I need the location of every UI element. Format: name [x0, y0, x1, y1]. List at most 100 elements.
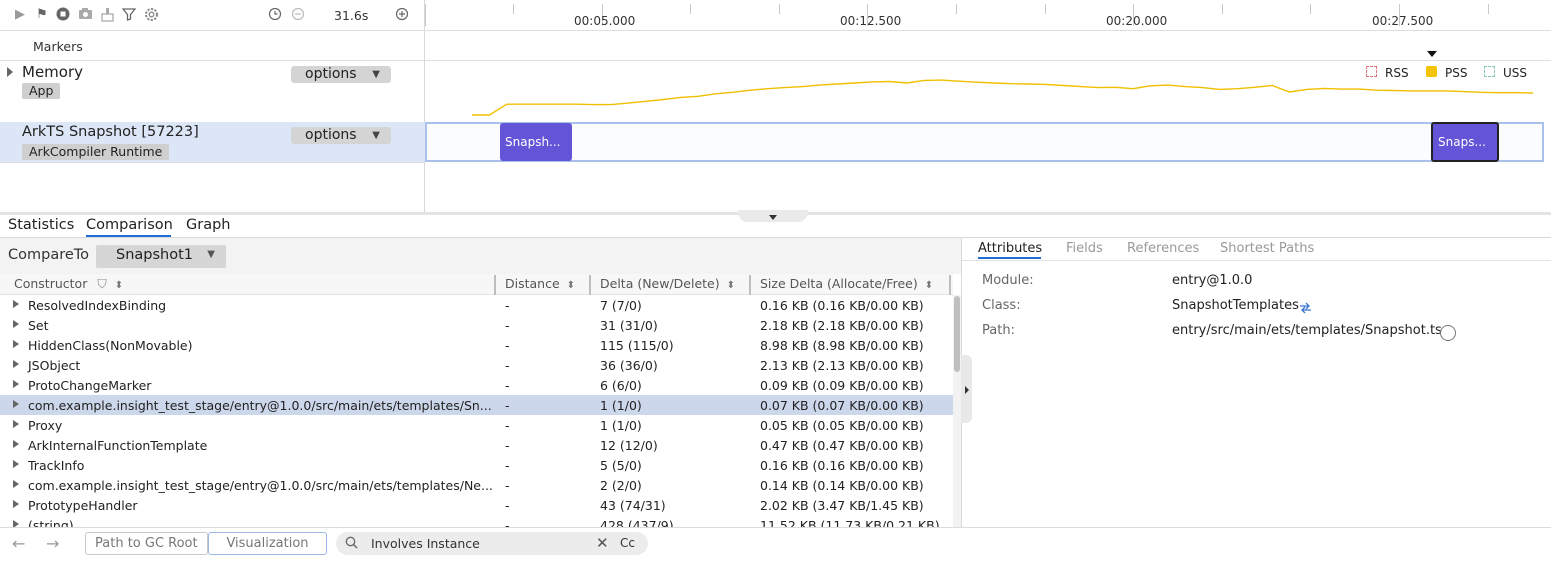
sort-icon[interactable]: ⬍: [727, 280, 735, 291]
match-case-toggle[interactable]: Cc: [620, 536, 635, 550]
tab-fields[interactable]: Fields: [1066, 241, 1103, 256]
cell-size-delta: 8.98 KB (8.98 KB/0.00 KB): [760, 338, 924, 353]
visualization-button[interactable]: Visualization: [208, 532, 327, 555]
col-header-size-delta[interactable]: Size Delta (Allocate/Free) ⬍: [760, 276, 933, 291]
snapshot-block[interactable]: Snapsh...: [500, 123, 572, 161]
path-to-gc-root-button[interactable]: Path to GC Root: [85, 532, 208, 555]
tab-statistics[interactable]: Statistics: [8, 217, 74, 233]
expand-row-icon[interactable]: [13, 480, 19, 488]
expand-row-icon[interactable]: [13, 520, 19, 527]
table-row[interactable]: com.example.insight_test_stage/entry@1.0…: [0, 395, 953, 415]
snapshot-track-title: ArkTS Snapshot [57223]: [22, 124, 199, 140]
search-input[interactable]: Involves Instance: [371, 536, 480, 551]
back-arrow-icon[interactable]: ←: [12, 534, 25, 553]
tab-references[interactable]: References: [1127, 241, 1199, 256]
expand-row-icon[interactable]: [13, 320, 19, 328]
tab-graph[interactable]: Graph: [186, 217, 230, 233]
markers-label: Markers: [33, 39, 83, 54]
cell-size-delta: 0.05 KB (0.05 KB/0.00 KB): [760, 418, 924, 433]
ruler-tick: [956, 4, 957, 14]
table-row[interactable]: ProtoChangeMarker - 6 (6/0) 0.09 KB (0.09 K…: [0, 375, 953, 395]
cell-constructor: HiddenClass(NonMovable): [28, 338, 193, 353]
expand-row-icon[interactable]: [13, 420, 19, 428]
search-icon: [345, 534, 358, 553]
memory-options-button[interactable]: options ▼: [291, 66, 391, 83]
table-row[interactable]: (string) - 428 (437/9) 11.52 KB (11.73 KB/0…: [0, 515, 953, 527]
cell-constructor: ProtoChangeMarker: [28, 378, 152, 393]
cell-constructor: PrototypeHandler: [28, 498, 138, 513]
cell-delta: 7 (7/0): [600, 298, 642, 313]
tab-comparison[interactable]: Comparison: [86, 217, 173, 233]
expand-row-icon[interactable]: [13, 460, 19, 468]
table-row[interactable]: ArkInternalFunctionTemplate - 12 (12/0) 0.4…: [0, 435, 953, 455]
memory-expand-icon[interactable]: [7, 67, 13, 77]
search-field[interactable]: Involves Instance ✕ Cc: [336, 532, 648, 555]
expand-row-icon[interactable]: [13, 500, 19, 508]
expand-row-icon[interactable]: [13, 380, 19, 388]
col-header-constructor[interactable]: Constructor ⛉ ⬍: [14, 276, 123, 292]
cell-size-delta: 0.14 KB (0.14 KB/0.00 KB): [760, 478, 924, 493]
expand-row-icon[interactable]: [13, 340, 19, 348]
cell-distance: -: [505, 398, 510, 413]
class-label: Class:: [982, 298, 1021, 313]
expand-row-icon[interactable]: [13, 300, 19, 308]
cell-constructor: ArkInternalFunctionTemplate: [28, 438, 208, 453]
info-icon[interactable]: [1440, 325, 1456, 341]
chevron-down-icon: ▼: [207, 249, 215, 260]
chevron-down-icon: ▼: [372, 130, 380, 141]
table-row[interactable]: JSObject - 36 (36/0) 2.13 KB (2.13 KB/0.00 …: [0, 355, 953, 375]
tab-shortest-paths[interactable]: Shortest Paths: [1220, 241, 1314, 256]
table-row[interactable]: ResolvedIndexBinding - 7 (7/0) 0.16 KB (0.1…: [0, 295, 953, 315]
memory-chart: [472, 79, 1534, 116]
cell-delta: 6 (6/0): [600, 378, 642, 393]
ruler-tick: [1221, 4, 1223, 14]
clear-icon[interactable]: ✕: [596, 534, 609, 552]
cell-delta: 5 (5/0): [600, 458, 642, 473]
filter-icon[interactable]: ⛉: [97, 276, 106, 291]
ruler-label: 00:05.000: [574, 14, 636, 28]
snapshot-track-lane[interactable]: [425, 122, 1544, 162]
table-row[interactable]: PrototypeHandler - 43 (74/31) 2.02 KB (3.47…: [0, 495, 953, 515]
cell-distance: -: [505, 378, 510, 393]
forward-arrow-icon[interactable]: →: [46, 534, 59, 553]
expand-row-icon[interactable]: [13, 400, 19, 408]
expand-row-icon[interactable]: [13, 440, 19, 448]
table-scrollbar-thumb[interactable]: [954, 296, 960, 372]
table-row[interactable]: HiddenClass(NonMovable) - 115 (115/0) 8.98 …: [0, 335, 953, 355]
compare-select[interactable]: Snapshot1 ▼: [96, 245, 226, 268]
module-label: Module:: [982, 273, 1034, 288]
snapshot-block-selected[interactable]: Snaps...: [1431, 122, 1499, 162]
col-header-distance[interactable]: Distance ⬍: [505, 276, 575, 291]
cell-size-delta: 0.07 KB (0.07 KB/0.00 KB): [760, 398, 924, 413]
cell-distance: -: [505, 498, 510, 513]
table-row[interactable]: Set - 31 (31/0) 2.18 KB (2.18 KB/0.00 KB): [0, 315, 953, 335]
sort-icon[interactable]: ⬍: [115, 280, 123, 291]
tab-attributes[interactable]: Attributes: [978, 241, 1042, 256]
ruler-tick: [1487, 4, 1489, 14]
class-value: SnapshotTemplates: [1172, 298, 1299, 313]
ruler-tick: [690, 4, 692, 14]
chevron-right-icon[interactable]: [965, 386, 969, 394]
sort-icon[interactable]: ⬍: [925, 280, 933, 291]
col-header-delta[interactable]: Delta (New/Delete) ⬍: [600, 276, 735, 291]
compare-to-label: CompareTo: [8, 247, 90, 263]
ruler-tick: [513, 4, 514, 14]
cell-constructor: Proxy: [28, 418, 63, 433]
cell-distance: -: [505, 338, 510, 353]
table-row[interactable]: TrackInfo - 5 (5/0) 0.16 KB (0.16 KB/0.00 K…: [0, 455, 953, 475]
table-row[interactable]: Proxy - 1 (1/0) 0.05 KB (0.05 KB/0.00 KB): [0, 415, 953, 435]
snapshot-track-tag: ArkCompiler Runtime: [22, 144, 170, 160]
table-row[interactable]: com.example.insight_test_stage/entry@1.0…: [0, 475, 953, 495]
options-label: options: [305, 127, 357, 143]
cell-size-delta: 2.13 KB (2.13 KB/0.00 KB): [760, 358, 924, 373]
collapse-arrow-icon[interactable]: [769, 215, 777, 220]
sort-icon[interactable]: ⬍: [567, 280, 575, 291]
table-body: ResolvedIndexBinding - 7 (7/0) 0.16 KB (0.1…: [0, 295, 953, 527]
pss-marker-icon: [1427, 51, 1437, 57]
cell-constructor: JSObject: [28, 358, 81, 373]
expand-row-icon[interactable]: [13, 360, 19, 368]
chevron-down-icon: ▼: [372, 69, 380, 80]
cell-distance: -: [505, 518, 510, 527]
snapshot-options-button[interactable]: options ▼: [291, 127, 391, 144]
jump-to-source-icon[interactable]: [1299, 300, 1312, 319]
